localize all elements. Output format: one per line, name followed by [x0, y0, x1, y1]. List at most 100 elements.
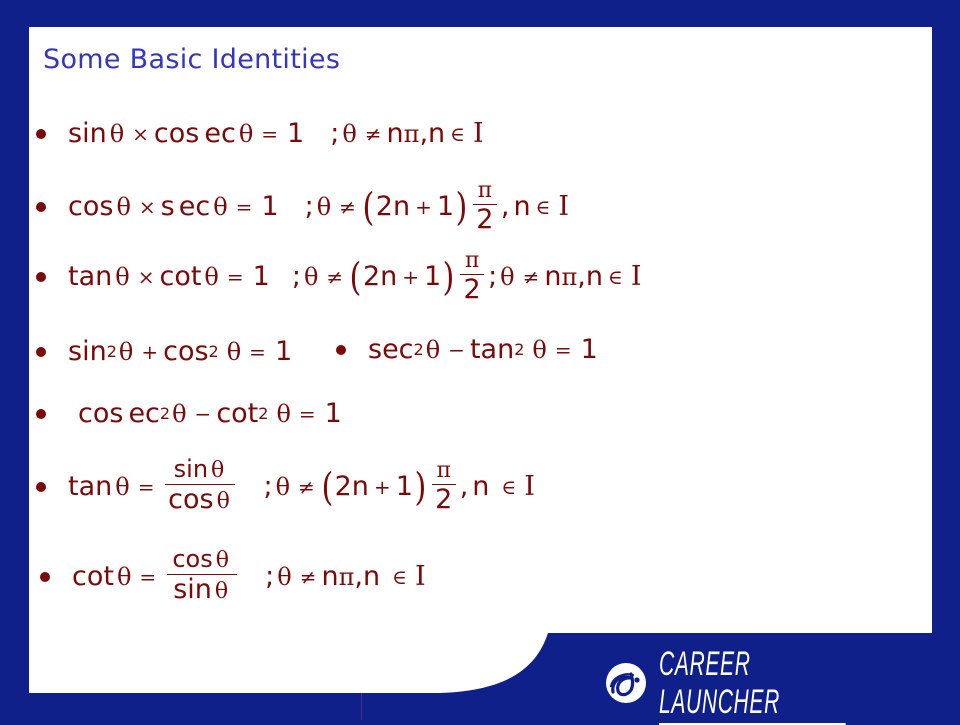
comma: ,: [354, 561, 363, 592]
equals-op: =: [226, 264, 244, 289]
times-op: ×: [137, 264, 155, 289]
neq-op: ≠: [339, 194, 356, 219]
theta: θ: [303, 262, 319, 291]
fn-sin: sin: [68, 336, 107, 367]
fn-tan: tan: [68, 261, 113, 292]
fraction-sin-over-cos: sin θ cos θ: [165, 456, 236, 517]
right-paren: ): [414, 464, 427, 509]
squared: 2: [106, 342, 117, 361]
theta: θ: [316, 192, 332, 221]
squared: 2: [514, 340, 525, 359]
two: 2: [435, 484, 453, 515]
career-launcher-logo: CAREER LAUNCHER: [605, 645, 960, 725]
squared: 2: [413, 340, 424, 359]
integers-set: I: [472, 118, 484, 149]
fn-ec: ec: [128, 398, 160, 429]
identity-cosec2-cot2: cos ec 2 θ − cot 2 θ = 1: [36, 398, 342, 429]
n: n: [363, 561, 381, 592]
minus-op: −: [194, 401, 212, 426]
identity-tan-cot: tan θ × cot θ = 1 ; θ ≠ ( 2n + 1 ) π 2 ;…: [36, 248, 645, 305]
semicolon: ;: [488, 261, 498, 292]
brand-name: CAREER LAUNCHER: [659, 645, 846, 725]
fn-tan: tan: [469, 334, 515, 365]
fraction-pi-over-2: π 2: [460, 248, 485, 305]
element-of-op: ∈: [535, 194, 551, 219]
one: 1: [287, 118, 305, 149]
pi: π: [436, 458, 451, 483]
bullet-icon: [336, 344, 346, 355]
one: 1: [274, 336, 293, 367]
fn-cos: cos: [172, 545, 213, 573]
n: n: [472, 471, 490, 502]
plus-op: +: [402, 264, 420, 289]
identity-sin2-cos2: sin 2 θ + cos 2 θ = 1: [36, 336, 292, 367]
identity-tan-quotient: tan θ = sin θ cos θ ; θ ≠ ( 2n + 1 ) π 2 ,…: [36, 456, 538, 517]
theta: θ: [276, 399, 291, 428]
one: 1: [424, 261, 442, 292]
theta: θ: [425, 335, 441, 364]
element-of-op: ∈: [501, 474, 517, 499]
fn-cot: cot: [216, 398, 259, 429]
theta: θ: [118, 337, 134, 366]
fn-cos: cos: [68, 191, 114, 222]
semicolon: ;: [304, 191, 314, 222]
numerator: sin θ: [174, 456, 228, 484]
times-op: ×: [138, 194, 156, 219]
identity-cot-quotient: cot θ = cos θ sin θ ; θ ≠ n π , n ∈ I: [40, 546, 429, 607]
pi: π: [561, 262, 578, 291]
fn-ec: ec: [178, 191, 211, 222]
plus-op: +: [141, 339, 159, 364]
equals-op: =: [235, 194, 253, 219]
two: 2: [463, 274, 481, 305]
bullet-icon: [36, 346, 46, 357]
theta: θ: [213, 192, 228, 221]
theta: θ: [115, 262, 130, 291]
equals-op: =: [137, 474, 155, 499]
fn-sec: sec: [368, 334, 414, 365]
equals-op: =: [298, 401, 316, 426]
bullet-icon: [36, 271, 46, 282]
denominator: cos θ: [168, 485, 233, 517]
theta: θ: [204, 262, 219, 291]
numerator: cos θ: [172, 546, 232, 574]
fraction-cos-over-sin: cos θ sin θ: [167, 546, 238, 607]
one: 1: [395, 471, 413, 502]
slide-title: Some Basic Identities: [43, 44, 341, 75]
element-of-op: ∈: [608, 264, 623, 289]
element-of-op: ∈: [392, 564, 407, 589]
two: 2: [476, 204, 494, 235]
two-n: 2n: [334, 471, 369, 502]
pi: π: [403, 119, 420, 148]
fraction-pi-over-2: π 2: [431, 458, 456, 515]
integers-set: I: [630, 261, 642, 292]
neq-op: ≠: [298, 474, 315, 499]
fn-sin: sin: [68, 118, 107, 149]
integers-set: I: [558, 191, 570, 222]
equals-op: =: [554, 337, 572, 362]
squared: 2: [208, 342, 219, 361]
bullet-icon: [36, 128, 46, 139]
theta: θ: [275, 472, 291, 501]
left-paren: (: [362, 184, 375, 229]
semicolon: ;: [291, 261, 301, 292]
integers-set: I: [414, 561, 426, 592]
left-paren: (: [349, 254, 362, 299]
neq-op: ≠: [326, 264, 344, 289]
identity-cos-sec: cos θ × s ec θ = 1 ; θ ≠ ( 2n + 1 ) π 2 …: [36, 178, 572, 235]
denominator: sin θ: [173, 575, 231, 607]
pi: π: [338, 562, 355, 591]
fraction-pi-over-2: π 2: [472, 178, 497, 235]
times-op: ×: [132, 121, 149, 146]
semicolon: ;: [330, 118, 340, 149]
fn-cos: cos: [168, 484, 214, 515]
n: n: [428, 118, 446, 149]
semicolon: ;: [265, 561, 275, 592]
integers-set: I: [524, 471, 535, 502]
divider-line: [361, 693, 362, 720]
theta: θ: [211, 458, 225, 483]
theta: θ: [342, 119, 357, 148]
n: n: [513, 191, 531, 222]
fn-cos: cos: [78, 398, 124, 429]
theta: θ: [215, 548, 229, 573]
n: n: [585, 261, 604, 292]
